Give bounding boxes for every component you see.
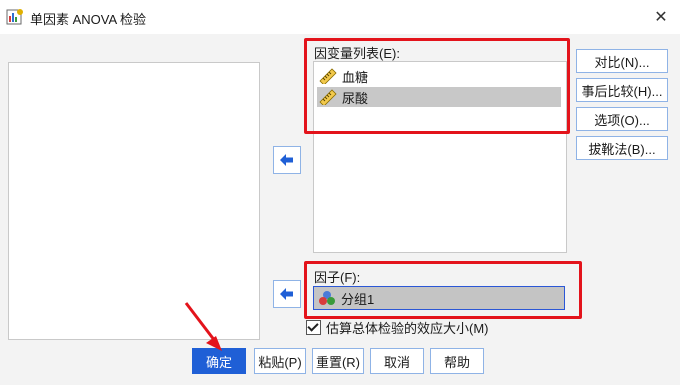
arrow-left-icon <box>280 154 293 166</box>
options-button[interactable]: 选项(O)... <box>576 107 668 131</box>
contrasts-button[interactable]: 对比(N)... <box>576 49 668 73</box>
effect-size-checkbox[interactable] <box>306 319 321 335</box>
highlight-box <box>304 261 582 319</box>
arrow-left-icon <box>280 288 293 300</box>
bootstrap-button[interactable]: 拔靴法(B)... <box>576 136 668 160</box>
effect-size-label: 估算总体检验的效应大小(M) <box>326 320 489 336</box>
title-bar: 单因素 ANOVA 检验 ✕ <box>0 0 680 34</box>
cancel-button[interactable]: 取消 <box>370 348 424 374</box>
highlight-box <box>304 38 570 134</box>
reset-button[interactable]: 重置(R) <box>312 348 364 374</box>
app-icon <box>6 9 23 25</box>
paste-button[interactable]: 粘贴(P) <box>254 348 306 374</box>
ok-button[interactable]: 确定 <box>192 348 246 374</box>
move-to-dependent-button[interactable] <box>273 146 301 174</box>
effect-size-option[interactable]: 估算总体检验的效应大小(M) <box>306 318 489 336</box>
move-to-factor-button[interactable] <box>273 280 301 308</box>
window-title: 单因素 ANOVA 检验 <box>30 12 147 27</box>
source-variable-list[interactable] <box>8 62 260 340</box>
post-hoc-button[interactable]: 事后比较(H)... <box>576 78 668 102</box>
help-button[interactable]: 帮助 <box>430 348 484 374</box>
dialog-window: 单因素 ANOVA 检验 ✕ 因变量列表(E): 血糖 尿酸 因子(F): 分组… <box>0 0 680 385</box>
close-icon[interactable]: ✕ <box>650 6 672 28</box>
